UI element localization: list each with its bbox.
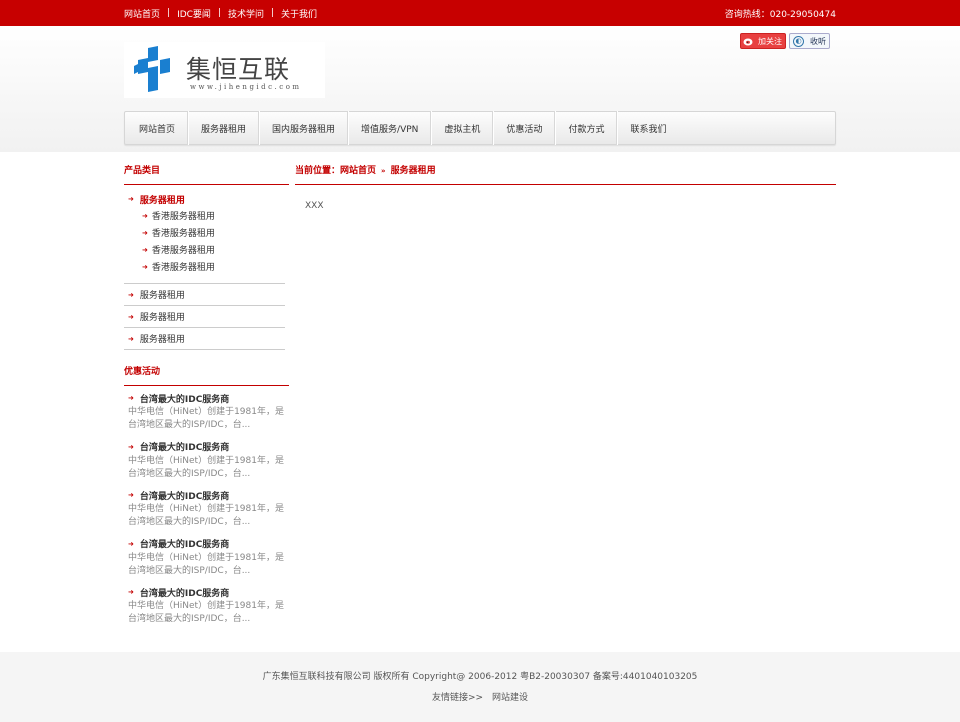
top-link-separator: |	[271, 8, 275, 18]
promo-title: 台湾最大的IDC服务商	[139, 588, 230, 599]
footer: 广东集恒互联科技有限公司 版权所有 Copyright@ 2006-2012 粤…	[0, 652, 960, 722]
promo-title: 台湾最大的IDC服务商	[139, 540, 230, 550]
arrow-right-icon: ➜	[128, 394, 134, 402]
header: 集恒互联 www.jihengidc.com 加关注 ◐ 收听 网站首页 服务器…	[0, 26, 960, 152]
weibo-follow-button[interactable]: 加关注	[740, 33, 786, 49]
arrow-right-icon: ➜	[142, 228, 148, 237]
nav-item-vpn[interactable]: 增值服务/VPN	[348, 111, 432, 145]
promo-item: ➜ 台湾最大的IDC服务商 中华电信（HiNet）创建于1981年，是台湾地区最大…	[128, 487, 289, 536]
promo-desc: 中华电信（HiNet）创建于1981年，是台湾地区最大的ISP/IDC，台...	[128, 455, 284, 479]
sub-category-label: 香港服务器租用	[151, 212, 215, 222]
category-label: 服务器租用	[139, 313, 185, 323]
listen-label: 收听	[810, 36, 826, 46]
top-link-tech[interactable]: 技术学问	[228, 7, 264, 20]
friend-link[interactable]: 网站建设	[492, 693, 528, 703]
nav-item-payment[interactable]: 付款方式	[555, 111, 618, 145]
main-nav: 网站首页 服务器租用 国内服务器租用 增值服务/VPN 虚拟主机 优惠活动 付款…	[124, 111, 836, 145]
friend-links: 友情链接>> 网站建设	[0, 690, 960, 703]
sidebar: 产品类目 ➜ 服务器租用 ➜ 香港服务器租用 ➜ 香港服务器租用 ➜ 香港服务器租用 …	[124, 152, 289, 633]
promo-desc: 中华电信（HiNet）创建于1981年，是台湾地区最大的ISP/IDC，台...	[128, 601, 284, 624]
top-link-separator: |	[217, 8, 221, 18]
sub-category-item[interactable]: ➜ 香港服务器租用	[142, 207, 285, 224]
top-link-idc-news[interactable]: IDC要闻	[177, 7, 211, 20]
promo-item: ➜ 台湾最大的IDC服务商 中华电信（HiNet）创建于1981年，是台湾地区最大…	[128, 536, 289, 585]
category-label: 服务器租用	[139, 291, 185, 301]
arrow-right-icon: ➜	[128, 442, 134, 451]
top-link-home[interactable]: 网站首页	[124, 7, 160, 20]
friend-links-label: 友情链接>>	[432, 693, 484, 703]
top-bar: 网站首页 | IDC要闻 | 技术学问 | 关于我们 咨询热线：020-2905…	[0, 0, 960, 26]
nav-item-virtual-host[interactable]: 虚拟主机	[431, 111, 494, 145]
main-content: 当前位置：网站首页 » 服务器租用 XXX	[295, 152, 836, 211]
promo-link[interactable]: ➜ 台湾最大的IDC服务商	[128, 487, 289, 503]
sub-category-item[interactable]: ➜ 香港服务器租用	[142, 241, 285, 258]
weibo-icon	[743, 38, 753, 46]
active-category-block: ➜ 服务器租用 ➜ 香港服务器租用 ➜ 香港服务器租用 ➜ 香港服务器租用 ➜ 香港服务…	[124, 191, 285, 284]
promo-title: 台湾最大的IDC服务商	[139, 491, 230, 502]
promo-link[interactable]: ➜ 台湾最大的IDC服务商	[128, 536, 289, 552]
logo-url: www.jihengidc.com	[190, 83, 302, 91]
sub-category-label: 香港服务器租用	[151, 246, 215, 256]
promo-link[interactable]: ➜ 台湾最大的IDC服务商	[128, 584, 289, 600]
arrow-right-icon: ➜	[128, 588, 134, 596]
content-body: XXX	[305, 201, 324, 211]
breadcrumb: 当前位置：网站首页 » 服务器租用	[295, 152, 836, 185]
category-label: 服务器租用	[139, 195, 185, 206]
breadcrumb-separator-icon: »	[381, 167, 386, 175]
sub-category-label: 香港服务器租用	[151, 229, 215, 239]
promo-desc: 中华电信（HiNet）创建于1981年，是台湾地区最大的ISP/IDC，台...	[128, 504, 284, 527]
category-label: 服务器租用	[139, 335, 185, 345]
arrow-right-icon: ➜	[128, 491, 134, 499]
logo-text: 集恒互联	[186, 55, 291, 84]
arrow-right-icon: ➜	[142, 245, 148, 254]
sub-category-item[interactable]: ➜ 香港服务器租用	[142, 224, 285, 241]
nav-item-home[interactable]: 网站首页	[139, 111, 189, 145]
arrow-right-icon: ➜	[128, 312, 134, 321]
arrow-right-icon: ➜	[128, 334, 134, 343]
weibo-follow-label: 加关注	[758, 36, 782, 46]
sub-category-item[interactable]: ➜ 香港服务器租用	[142, 258, 285, 275]
promo-desc: 中华电信（HiNet）创建于1981年，是台湾地区最大的ISP/IDC，台...	[128, 407, 284, 430]
listen-button[interactable]: ◐ 收听	[789, 33, 830, 49]
promo-item: ➜ 台湾最大的IDC服务商 中华电信（HiNet）创建于1981年，是台湾地区最大…	[128, 439, 289, 488]
promo-desc: 中华电信（HiNet）创建于1981年，是台湾地区最大的ISP/IDC，台...	[128, 552, 284, 576]
arrow-right-icon: ➜	[142, 211, 148, 220]
arrow-right-icon: ➜	[128, 195, 134, 203]
top-link-separator: |	[167, 8, 171, 18]
nav-item-contact[interactable]: 联系我们	[617, 111, 678, 145]
copyright: 广东集恒互联科技有限公司 版权所有 Copyright@ 2006-2012 粤…	[262, 672, 698, 682]
promo-title: 台湾最大的IDC服务商	[139, 443, 230, 453]
nav-item-domestic-server[interactable]: 国内服务器租用	[259, 111, 349, 145]
promotions-title: 优惠活动	[124, 362, 289, 386]
product-category-title: 产品类目	[124, 152, 289, 185]
hotline: 咨询热线：020-29050474	[724, 9, 836, 20]
arrow-right-icon: ➜	[128, 539, 134, 548]
promo-link[interactable]: ➜ 台湾最大的IDC服务商	[128, 390, 289, 406]
promo-item: ➜ 台湾最大的IDC服务商 中华电信（HiNet）创建于1981年，是台湾地区最大…	[128, 390, 289, 439]
category-item-active[interactable]: ➜ 服务器租用	[124, 191, 285, 207]
promo-link[interactable]: ➜ 台湾最大的IDC服务商	[128, 439, 289, 455]
top-links: 网站首页 | IDC要闻 | 技术学问 | 关于我们	[124, 7, 317, 20]
sub-category-list: ➜ 香港服务器租用 ➜ 香港服务器租用 ➜ 香港服务器租用 ➜ 香港服务器租用	[124, 207, 285, 275]
nav-item-server-rental[interactable]: 服务器租用	[188, 111, 260, 145]
breadcrumb-prefix: 当前位置：	[295, 166, 341, 176]
promotions-list: ➜ 台湾最大的IDC服务商 中华电信（HiNet）创建于1981年，是台湾地区最大…	[124, 386, 289, 633]
site-logo[interactable]: 集恒互联 www.jihengidc.com	[124, 42, 325, 98]
arrow-right-icon: ➜	[142, 262, 148, 271]
promo-title: 台湾最大的IDC服务商	[139, 394, 230, 405]
sub-category-label: 香港服务器租用	[151, 263, 215, 273]
top-link-about[interactable]: 关于我们	[281, 7, 317, 20]
nav-item-promotions[interactable]: 优惠活动	[493, 111, 556, 145]
breadcrumb-current: 服务器租用	[390, 166, 436, 176]
qq-weibo-icon: ◐	[793, 36, 804, 47]
promo-item: ➜ 台湾最大的IDC服务商 中华电信（HiNet）创建于1981年，是台湾地区最大…	[128, 584, 289, 633]
category-item[interactable]: ➜ 服务器租用	[124, 328, 285, 350]
breadcrumb-home-link[interactable]: 网站首页	[340, 166, 376, 176]
arrow-right-icon: ➜	[128, 290, 134, 299]
category-item[interactable]: ➜ 服务器租用	[124, 306, 285, 328]
logo-mark-icon	[134, 46, 170, 92]
category-item[interactable]: ➜ 服务器租用	[124, 284, 285, 306]
